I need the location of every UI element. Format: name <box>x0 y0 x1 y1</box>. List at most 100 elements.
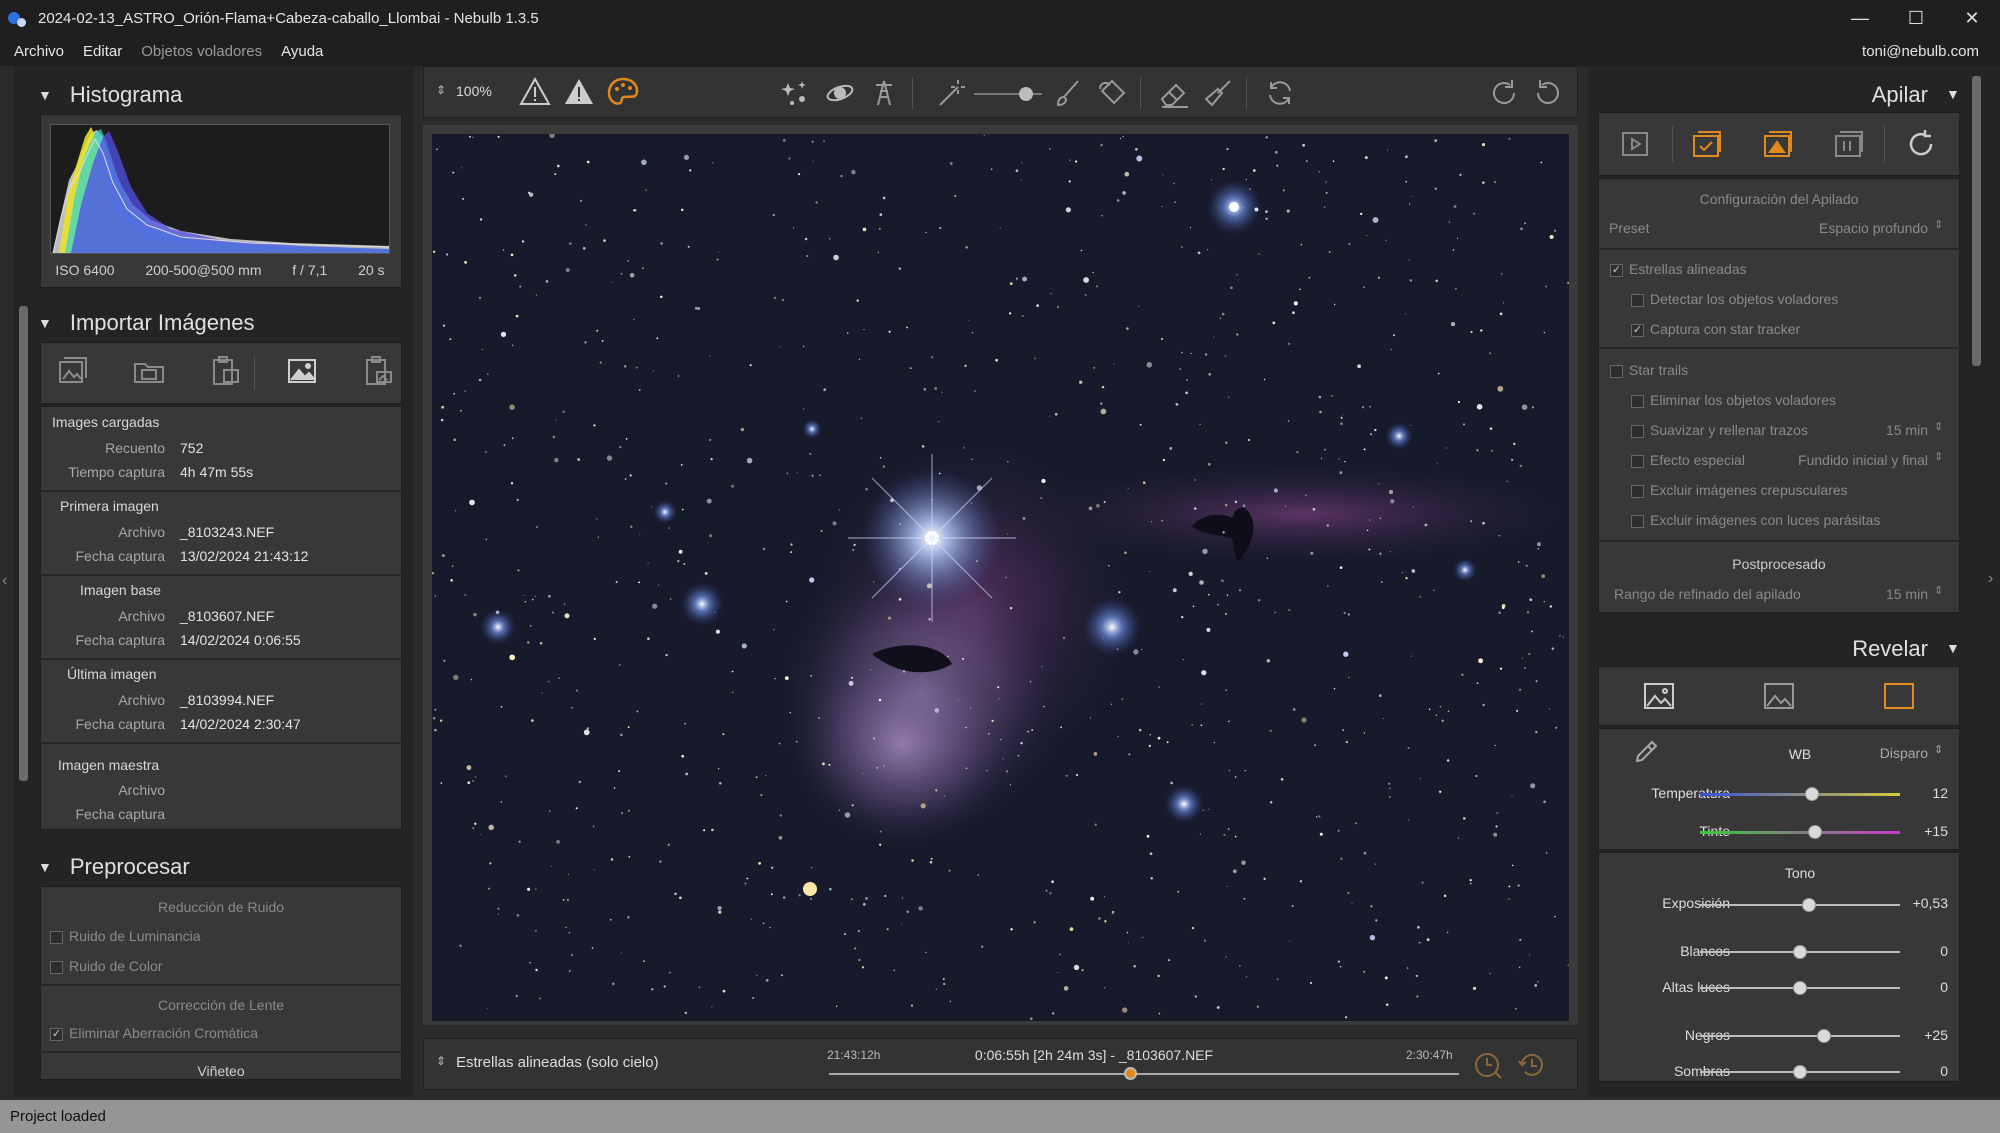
eraser-icon[interactable] <box>1158 77 1190 114</box>
blacks-slider[interactable] <box>1700 1035 1900 1037</box>
stack-title[interactable]: Apilar <box>1598 82 1928 108</box>
menu-archivo[interactable]: Archivo <box>14 43 64 60</box>
preprocess-header[interactable]: ▼ Preprocesar <box>38 854 190 880</box>
smooth-select[interactable]: 15 min <box>1830 422 1928 438</box>
checkbox-icon <box>1631 514 1644 528</box>
stars-icon[interactable] <box>780 77 812 114</box>
reset-icon[interactable] <box>1904 127 1938 166</box>
sweep-brush-icon[interactable] <box>1202 77 1234 114</box>
image-icon[interactable] <box>1642 680 1676 717</box>
aligned-stack-icon[interactable] <box>1690 127 1724 166</box>
import-header[interactable]: ▼ Importar Imágenes <box>38 310 255 336</box>
master-heading: Imagen maestra <box>58 757 160 773</box>
divider <box>40 984 402 986</box>
refresh-icon[interactable] <box>1264 77 1296 114</box>
menu-objetos-voladores[interactable]: Objetos voladores <box>141 43 262 60</box>
right-scrollbar[interactable] <box>1972 76 1981 366</box>
undo-icon[interactable] <box>1532 77 1564 114</box>
checkbox-icon <box>1631 293 1644 307</box>
tower-icon[interactable] <box>868 77 900 114</box>
satellite-icon[interactable] <box>824 77 856 114</box>
whites-knob[interactable] <box>1793 945 1807 959</box>
magic-wand-icon[interactable] <box>934 77 966 114</box>
user-account[interactable]: toni@nebulb.com <box>1862 43 1979 60</box>
stepper-icon[interactable]: ⇕ <box>1934 450 1943 463</box>
left-scrollbar[interactable] <box>19 306 28 781</box>
stepper-icon[interactable]: ⇕ <box>1934 420 1943 433</box>
minimize-button[interactable]: — <box>1832 0 1888 36</box>
shadows-knob[interactable] <box>1793 1065 1807 1079</box>
landscape-icon[interactable] <box>1762 680 1796 717</box>
exposure-knob[interactable] <box>1802 898 1816 912</box>
collapse-triangle-icon[interactable]: ▼ <box>1946 86 1960 102</box>
blacks-knob[interactable] <box>1817 1029 1831 1043</box>
timeline-track[interactable] <box>829 1073 1459 1075</box>
trails-stack-icon[interactable] <box>1832 127 1866 166</box>
develop-title[interactable]: Revelar <box>1598 636 1928 662</box>
preset-select[interactable]: Espacio profundo <box>1700 220 1928 236</box>
astro-image[interactable] <box>432 134 1569 1021</box>
menu-ayuda[interactable]: Ayuda <box>281 43 323 60</box>
brush-icon[interactable] <box>1052 77 1084 114</box>
clock-icon[interactable] <box>1472 1049 1504 1086</box>
exclude-twilight-checkbox[interactable]: Excluir imágenes crepusculares <box>1631 482 1848 498</box>
import-images-icon[interactable] <box>55 354 89 388</box>
play-icon[interactable] <box>1618 127 1652 166</box>
lens-value: 200-500@500 mm <box>145 262 262 278</box>
luminance-noise-checkbox[interactable]: Ruido de Luminancia <box>50 928 201 944</box>
chromatic-checkbox[interactable]: ✓ Eliminar Aberración Cromática <box>50 1025 258 1041</box>
zoom-level[interactable]: 100% <box>456 83 492 99</box>
mode-stepper-icon[interactable]: ⇕ <box>436 1054 446 1068</box>
color-noise-checkbox[interactable]: Ruido de Color <box>50 958 162 974</box>
tint-slider[interactable] <box>1700 831 1900 834</box>
star-tracker-checkbox[interactable]: ✓ Captura con star tracker <box>1631 321 1800 337</box>
brush-size-knob[interactable] <box>1019 87 1033 101</box>
stack-image-icon[interactable] <box>1761 127 1795 166</box>
histogram-header[interactable]: ▼ Histograma <box>38 82 182 108</box>
refine-select[interactable]: 15 min <box>1830 586 1928 602</box>
star-trails-label: Star trails <box>1629 362 1689 378</box>
import-clipboard-icon[interactable] <box>208 354 242 388</box>
timeline-knob[interactable] <box>1124 1067 1138 1080</box>
temperature-slider[interactable] <box>1700 793 1900 796</box>
exposure-slider[interactable] <box>1700 904 1900 906</box>
stepper-icon[interactable]: ⇕ <box>1934 584 1943 597</box>
color-noise-label: Ruido de Color <box>69 958 163 974</box>
divider <box>40 574 402 576</box>
exclude-lights-checkbox[interactable]: Excluir imágenes con luces parásitas <box>1631 512 1880 528</box>
menu-editar[interactable]: Editar <box>83 43 122 60</box>
remove-flying-checkbox[interactable]: Eliminar los objetos voladores <box>1631 392 1836 408</box>
import-folder-icon[interactable] <box>132 354 166 388</box>
close-button[interactable]: ✕ <box>1944 0 2000 36</box>
star-trails-checkbox[interactable]: Star trails <box>1610 362 1688 378</box>
chevron-right-icon[interactable]: › <box>1988 570 1993 588</box>
left-collapse-strip[interactable]: ‹ <box>0 66 14 1097</box>
stepper-icon[interactable]: ⇕ <box>1934 218 1943 231</box>
maximize-button[interactable]: ☐ <box>1888 0 1944 36</box>
smooth-checkbox[interactable]: Suavizar y rellenar trazos <box>1631 422 1808 438</box>
temperature-knob[interactable] <box>1805 787 1819 801</box>
import-multiple-icon[interactable] <box>361 354 395 388</box>
redo-icon[interactable] <box>1488 77 1520 114</box>
palette-icon[interactable] <box>606 75 640 114</box>
crop-frame-icon[interactable] <box>1882 680 1916 717</box>
warning-outline-icon[interactable] <box>518 75 552 114</box>
history-icon[interactable] <box>1516 1049 1548 1086</box>
paint-bucket-icon[interactable] <box>1096 77 1128 114</box>
eyedropper-icon[interactable] <box>1632 738 1660 771</box>
detect-flying-checkbox[interactable]: Detectar los objetos voladores <box>1631 291 1838 307</box>
divider <box>1598 248 1960 250</box>
warning-filled-icon[interactable] <box>562 75 596 114</box>
wb-select[interactable]: Disparo <box>1830 745 1928 761</box>
vignette-heading[interactable]: Viñeteo <box>40 1063 402 1079</box>
stack-mode-select[interactable]: Estrellas alineadas (solo cielo) <box>456 1054 659 1071</box>
special-select[interactable]: Fundido inicial y final <box>1760 452 1928 468</box>
aligned-checkbox[interactable]: ✓ Estrellas alineadas <box>1610 261 1747 277</box>
special-effect-checkbox[interactable]: Efecto especial <box>1631 452 1745 468</box>
zoom-stepper-icon[interactable]: ⇕ <box>436 83 446 97</box>
tint-knob[interactable] <box>1808 825 1822 839</box>
master-image-icon[interactable] <box>285 354 319 388</box>
stepper-icon[interactable]: ⇕ <box>1934 743 1943 756</box>
highlights-knob[interactable] <box>1793 981 1807 995</box>
collapse-triangle-icon[interactable]: ▼ <box>1946 640 1960 656</box>
